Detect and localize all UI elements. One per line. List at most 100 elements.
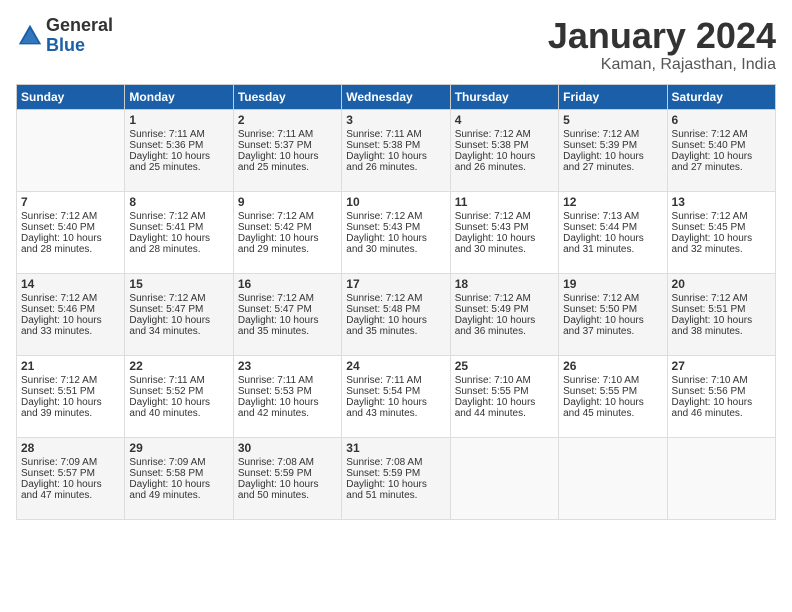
sunset-text: Sunset: 5:44 PM: [563, 222, 637, 233]
page-container: General Blue January 2024 Kaman, Rajasth…: [0, 0, 792, 528]
sunset-text: Sunset: 5:48 PM: [346, 304, 420, 315]
calendar-cell: 27Sunrise: 7:10 AMSunset: 5:56 PMDayligh…: [667, 355, 775, 437]
calendar-cell: 4Sunrise: 7:12 AMSunset: 5:38 PMDaylight…: [450, 109, 558, 191]
sunset-text: Sunset: 5:55 PM: [563, 386, 637, 397]
day-number: 1: [129, 113, 228, 127]
sunset-text: Sunset: 5:55 PM: [455, 386, 529, 397]
calendar-cell: 19Sunrise: 7:12 AMSunset: 5:50 PMDayligh…: [559, 273, 667, 355]
day-number: 10: [346, 195, 445, 209]
sunset-text: Sunset: 5:47 PM: [129, 304, 203, 315]
logo-text: General Blue: [46, 16, 113, 56]
sunrise-text: Sunrise: 7:12 AM: [21, 293, 97, 304]
day-number: 19: [563, 277, 662, 291]
sunset-text: Sunset: 5:42 PM: [238, 222, 312, 233]
header-day-tuesday: Tuesday: [233, 84, 341, 109]
sunrise-text: Sunrise: 7:11 AM: [129, 129, 204, 140]
calendar-cell: 6Sunrise: 7:12 AMSunset: 5:40 PMDaylight…: [667, 109, 775, 191]
daylight-text: Daylight: 10 hours and 49 minutes.: [129, 479, 210, 501]
sunset-text: Sunset: 5:58 PM: [129, 468, 203, 479]
sunset-text: Sunset: 5:59 PM: [238, 468, 312, 479]
calendar-table: SundayMondayTuesdayWednesdayThursdayFrid…: [16, 84, 776, 520]
sunrise-text: Sunrise: 7:10 AM: [672, 375, 748, 386]
sunset-text: Sunset: 5:53 PM: [238, 386, 312, 397]
sunrise-text: Sunrise: 7:11 AM: [238, 375, 313, 386]
sunrise-text: Sunrise: 7:12 AM: [129, 293, 205, 304]
header-day-friday: Friday: [559, 84, 667, 109]
sunset-text: Sunset: 5:56 PM: [672, 386, 746, 397]
sunset-text: Sunset: 5:51 PM: [21, 386, 95, 397]
sunrise-text: Sunrise: 7:08 AM: [238, 457, 314, 468]
daylight-text: Daylight: 10 hours and 50 minutes.: [238, 479, 319, 501]
sunset-text: Sunset: 5:54 PM: [346, 386, 420, 397]
sunset-text: Sunset: 5:57 PM: [21, 468, 95, 479]
sunset-text: Sunset: 5:38 PM: [455, 140, 529, 151]
sunrise-text: Sunrise: 7:12 AM: [455, 129, 531, 140]
sunrise-text: Sunrise: 7:11 AM: [129, 375, 204, 386]
day-number: 25: [455, 359, 554, 373]
sunset-text: Sunset: 5:47 PM: [238, 304, 312, 315]
sunset-text: Sunset: 5:46 PM: [21, 304, 95, 315]
logo: General Blue: [16, 16, 113, 56]
week-row-2: 14Sunrise: 7:12 AMSunset: 5:46 PMDayligh…: [17, 273, 776, 355]
calendar-cell: 9Sunrise: 7:12 AMSunset: 5:42 PMDaylight…: [233, 191, 341, 273]
sunset-text: Sunset: 5:39 PM: [563, 140, 637, 151]
calendar-cell: 11Sunrise: 7:12 AMSunset: 5:43 PMDayligh…: [450, 191, 558, 273]
sunrise-text: Sunrise: 7:12 AM: [455, 211, 531, 222]
title-section: January 2024 Kaman, Rajasthan, India: [548, 16, 776, 74]
sunrise-text: Sunrise: 7:11 AM: [346, 129, 421, 140]
calendar-cell: 5Sunrise: 7:12 AMSunset: 5:39 PMDaylight…: [559, 109, 667, 191]
sunset-text: Sunset: 5:36 PM: [129, 140, 203, 151]
sunrise-text: Sunrise: 7:12 AM: [346, 211, 422, 222]
sunset-text: Sunset: 5:40 PM: [672, 140, 746, 151]
logo-icon: [16, 22, 44, 50]
sunset-text: Sunset: 5:59 PM: [346, 468, 420, 479]
sunrise-text: Sunrise: 7:12 AM: [455, 293, 531, 304]
sunset-text: Sunset: 5:52 PM: [129, 386, 203, 397]
day-number: 14: [21, 277, 120, 291]
header-day-monday: Monday: [125, 84, 233, 109]
sunset-text: Sunset: 5:38 PM: [346, 140, 420, 151]
day-number: 23: [238, 359, 337, 373]
calendar-cell: 28 Sunrise: 7:09 AMSunset: 5:57 PMDayligh…: [17, 437, 125, 519]
daylight-text: Daylight: 10 hours and 27 minutes.: [563, 151, 644, 173]
header-day-wednesday: Wednesday: [342, 84, 450, 109]
day-number: 17: [346, 277, 445, 291]
sunrise-text: Sunrise: 7:12 AM: [672, 293, 748, 304]
day-number: 9: [238, 195, 337, 209]
calendar-cell: 18Sunrise: 7:12 AMSunset: 5:49 PMDayligh…: [450, 273, 558, 355]
day-number: 29: [129, 441, 228, 455]
logo-general-text: General: [46, 16, 113, 36]
daylight-text: Daylight: 10 hours and 28 minutes.: [129, 233, 210, 255]
daylight-text: Daylight: 10 hours and 47 minutes.: [21, 479, 102, 501]
sunrise-text: Sunrise: 7:10 AM: [563, 375, 639, 386]
header: General Blue January 2024 Kaman, Rajasth…: [16, 16, 776, 74]
day-number: 8: [129, 195, 228, 209]
calendar-cell: [450, 437, 558, 519]
sunrise-text: Sunrise: 7:09 AM: [21, 457, 97, 468]
day-number: 30: [238, 441, 337, 455]
calendar-cell: 21Sunrise: 7:12 AMSunset: 5:51 PMDayligh…: [17, 355, 125, 437]
calendar-cell: 26Sunrise: 7:10 AMSunset: 5:55 PMDayligh…: [559, 355, 667, 437]
day-number: 28: [21, 441, 120, 455]
sunrise-text: Sunrise: 7:11 AM: [346, 375, 421, 386]
daylight-text: Daylight: 10 hours and 44 minutes.: [455, 397, 536, 419]
week-row-1: 7Sunrise: 7:12 AMSunset: 5:40 PMDaylight…: [17, 191, 776, 273]
day-number: 13: [672, 195, 771, 209]
sunset-text: Sunset: 5:50 PM: [563, 304, 637, 315]
sunrise-text: Sunrise: 7:11 AM: [238, 129, 313, 140]
daylight-text: Daylight: 10 hours and 26 minutes.: [346, 151, 427, 173]
day-number: 11: [455, 195, 554, 209]
logo-blue-text: Blue: [46, 36, 113, 56]
calendar-cell: 29Sunrise: 7:09 AMSunset: 5:58 PMDayligh…: [125, 437, 233, 519]
sunrise-text: Sunrise: 7:12 AM: [346, 293, 422, 304]
sunset-text: Sunset: 5:49 PM: [455, 304, 529, 315]
header-day-saturday: Saturday: [667, 84, 775, 109]
daylight-text: Daylight: 10 hours and 35 minutes.: [238, 315, 319, 337]
calendar-cell: 1 Sunrise: 7:11 AMSunset: 5:36 PMDaylight…: [125, 109, 233, 191]
daylight-text: Daylight: 10 hours and 31 minutes.: [563, 233, 644, 255]
daylight-text: Daylight: 10 hours and 25 minutes.: [129, 151, 210, 173]
daylight-text: Daylight: 10 hours and 46 minutes.: [672, 397, 753, 419]
week-row-0: 1Sunrise: 7:11 AMSunset: 5:36 PMDaylight…: [17, 109, 776, 191]
calendar-cell: 14Sunrise: 7:12 AMSunset: 5:46 PMDayligh…: [17, 273, 125, 355]
calendar-cell: 25Sunrise: 7:10 AMSunset: 5:55 PMDayligh…: [450, 355, 558, 437]
